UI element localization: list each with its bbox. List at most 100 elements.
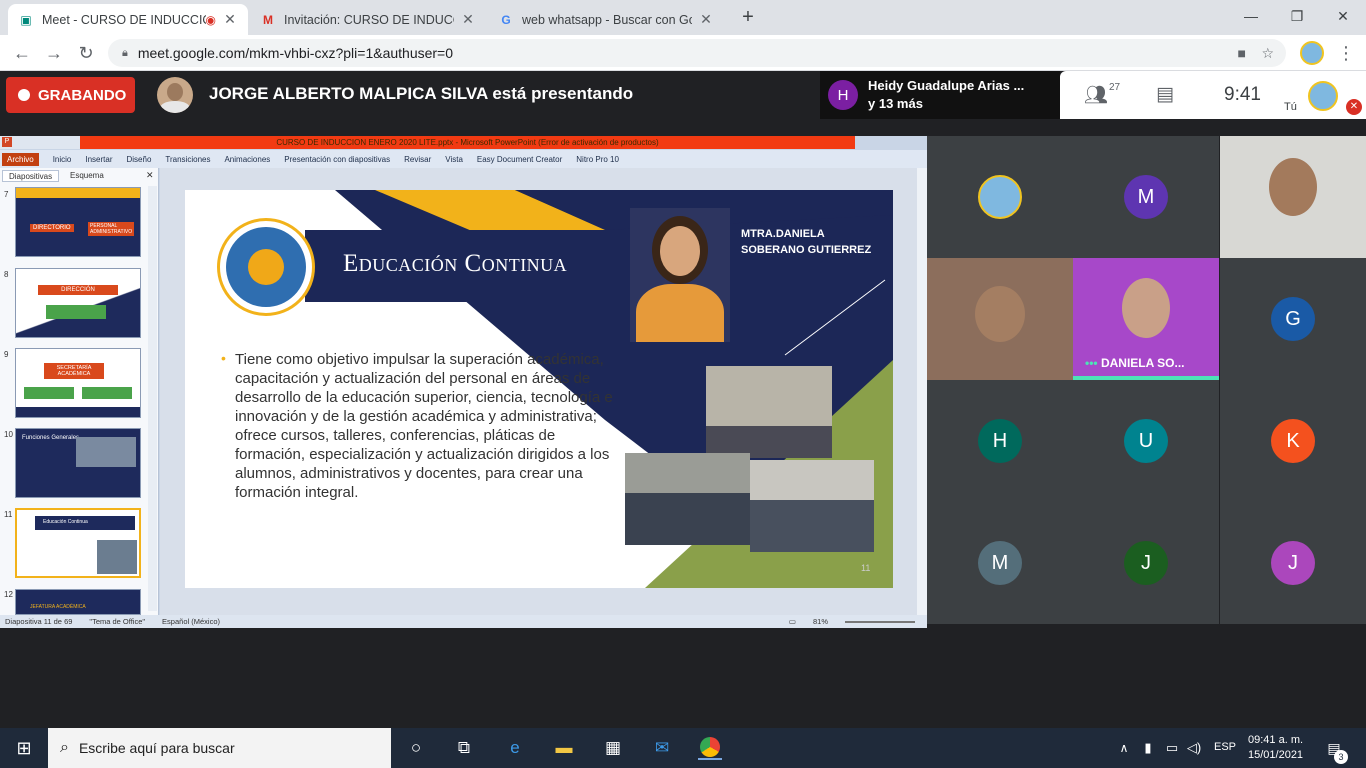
mic-tray-icon[interactable]: ▮ — [1136, 736, 1160, 760]
task-view-icon[interactable]: ⧉ — [452, 736, 476, 760]
avatar: M — [1124, 175, 1168, 219]
ribbon-tab-vista[interactable]: Vista — [445, 155, 463, 164]
zoom-slider[interactable] — [845, 620, 915, 623]
chat-icon[interactable]: ▤ — [1156, 83, 1174, 106]
participant-tile[interactable]: J — [1073, 502, 1219, 624]
thumb-number: 10 — [4, 430, 13, 439]
participant-tile[interactable]: M — [927, 502, 1073, 624]
chrome-icon[interactable] — [698, 736, 722, 760]
close-tab-icon[interactable]: ✕ — [222, 11, 238, 28]
gmail-icon: M — [263, 12, 273, 27]
participants-count: 27 — [1109, 82, 1121, 93]
participant-tile[interactable] — [927, 136, 1073, 258]
avatar: J — [1124, 541, 1168, 585]
cortana-icon[interactable]: ○ — [404, 736, 428, 760]
panel-tab-esquema[interactable]: Esquema — [64, 170, 110, 182]
volume-icon[interactable]: ◁) — [1182, 736, 1206, 760]
presenter-name: MTRA.DANIELA SOBERANO GUTIERREZ — [741, 226, 871, 258]
participant-tile[interactable]: U — [1073, 380, 1219, 502]
thumb-label-2: PERSONAL ADMINISTRATIVO — [88, 222, 134, 236]
slide-thumbnail[interactable]: DIRECTORIO PERSONAL ADMINISTRATIVO — [15, 187, 141, 257]
bookmark-star-icon[interactable]: ☆ — [1261, 45, 1274, 62]
participant-tile[interactable]: H — [927, 380, 1073, 502]
ribbon-tab-revisar[interactable]: Revisar — [404, 155, 431, 164]
participant-tile[interactable]: G — [1220, 258, 1366, 380]
ppt-status-bar: Diapositiva 11 de 69 "Tema de Office" Es… — [0, 615, 927, 628]
panel-tab-diapositivas[interactable]: Diapositivas — [2, 170, 60, 182]
ribbon-tab-presentacion[interactable]: Presentación con diapositivas — [284, 155, 390, 164]
ribbon-tab-transiciones[interactable]: Transiciones — [165, 155, 210, 164]
ribbon-tab-inicio[interactable]: Inicio — [53, 155, 72, 164]
ribbon-tab-insertar[interactable]: Insertar — [85, 155, 112, 164]
participant-video-active[interactable]: ••• DANIELA SO... — [1073, 258, 1219, 380]
close-tab-icon[interactable]: ✕ — [460, 11, 476, 28]
participant-tile[interactable]: J — [1220, 502, 1366, 624]
self-label: Tú — [1284, 101, 1297, 113]
people-icon[interactable]: 👥︎ — [1084, 83, 1108, 107]
slide-thumbnail[interactable]: SECRETARÍA ACADÉMICA — [15, 348, 141, 418]
ppt-quick-access: P — [0, 136, 80, 149]
network-icon[interactable]: ▭ — [1160, 736, 1184, 760]
file-explorer-icon[interactable]: ▬ — [552, 736, 576, 760]
menu-kebab-icon[interactable]: ⋮ — [1334, 41, 1358, 65]
thumb-label: JEFATURA ACADÉMICA — [30, 604, 86, 610]
slide-thumbnail-selected[interactable]: Educación Continua — [15, 508, 141, 578]
ribbon-tab-nitro[interactable]: Nitro Pro 10 — [576, 155, 619, 164]
address-bar[interactable]: 🔒︎ meet.google.com/mkm-vhbi-cxz?pli=1&au… — [108, 39, 1286, 67]
taskbar-search[interactable]: ⌕ Escribe aquí para buscar — [48, 728, 391, 768]
back-icon[interactable]: ← — [10, 41, 34, 65]
tab-invitation[interactable]: M Invitación: CURSO DE INDUCCIÓN ✕ — [250, 4, 486, 35]
current-slide: Educación Continua MTRA.DANIELA SOBERANO… — [185, 190, 893, 588]
close-window-icon[interactable]: ✕ — [1320, 0, 1366, 32]
tab-title: Meet - CURSO DE INDUCCIÓN — [42, 12, 206, 27]
view-normal-icon[interactable]: ▭ — [789, 617, 796, 626]
tab-meet[interactable]: ▣ Meet - CURSO DE INDUCCIÓN ◉ ✕ — [8, 4, 248, 35]
panel-scrollbar[interactable] — [148, 186, 157, 611]
participant-video[interactable] — [927, 258, 1073, 380]
active-speaker-chip[interactable]: H Heidy Guadalupe Arias ... y 13 más — [820, 71, 1060, 119]
mail-icon[interactable]: ✉ — [650, 736, 674, 760]
language: Español (México) — [162, 617, 220, 626]
tray-chevron-icon[interactable]: ∧ — [1112, 736, 1136, 760]
store-icon[interactable]: ▦ — [601, 736, 625, 760]
speaker-more: y 13 más — [868, 96, 923, 111]
meeting-clock: 9:41 — [1224, 84, 1261, 105]
tab-google-search[interactable]: G web whatsapp - Buscar con Google ✕ — [488, 4, 724, 35]
ribbon-tab-diseno[interactable]: Diseño — [127, 155, 152, 164]
slide-thumbnail[interactable]: DIRECCIÓN — [15, 268, 141, 338]
avatar: M — [978, 541, 1022, 585]
slide-thumbnail[interactable]: JEFATURA ACADÉMICA — [15, 589, 141, 615]
minimize-icon[interactable]: — — [1228, 0, 1274, 32]
camera-icon[interactable]: ■ — [1238, 45, 1246, 61]
close-panel-icon[interactable]: ✕ — [146, 170, 154, 181]
ribbon-tab-archivo[interactable]: Archivo — [2, 152, 39, 166]
close-tab-icon[interactable]: ✕ — [698, 11, 714, 28]
recording-label: GRABANDO — [38, 86, 127, 104]
self-avatar — [1308, 81, 1338, 111]
reload-icon[interactable]: ↻ — [74, 41, 98, 65]
profile-avatar[interactable] — [1300, 41, 1324, 65]
slide-thumbnail[interactable]: Funciones Generales — [15, 428, 141, 498]
avatar: U — [1124, 419, 1168, 463]
zoom-level: 81% — [812, 617, 828, 626]
new-tab-icon[interactable]: + — [736, 6, 760, 30]
participant-video[interactable] — [1220, 136, 1366, 258]
restore-icon[interactable]: ❐ — [1274, 0, 1320, 32]
ribbon-tab-easy-document[interactable]: Easy Document Creator — [477, 155, 562, 164]
input-language[interactable]: ESP — [1214, 741, 1236, 753]
thumb-label: SECRETARÍA ACADÉMICA — [44, 363, 104, 379]
avatar: K — [1271, 419, 1315, 463]
edge-icon[interactable]: e — [503, 736, 527, 760]
clock[interactable]: 09:41 a. m. 15/01/2021 — [1248, 733, 1303, 763]
ribbon-tab-animaciones[interactable]: Animaciones — [224, 155, 270, 164]
windows-start-icon[interactable]: ⊞ — [12, 736, 36, 760]
canvas-scrollbar[interactable] — [917, 168, 927, 615]
participant-tile[interactable]: M — [1073, 136, 1219, 258]
thumb-label: DIRECCIÓN — [38, 285, 118, 295]
forward-icon[interactable]: → — [42, 41, 66, 65]
meet-top-controls: 👥︎ 27 ▤ 9:41 Tú ✕ — [1060, 71, 1366, 119]
participant-tile[interactable]: K — [1220, 380, 1366, 502]
avatar — [978, 175, 1022, 219]
meet-icon: ▣ — [20, 12, 32, 27]
thumb-number: 9 — [4, 350, 9, 359]
